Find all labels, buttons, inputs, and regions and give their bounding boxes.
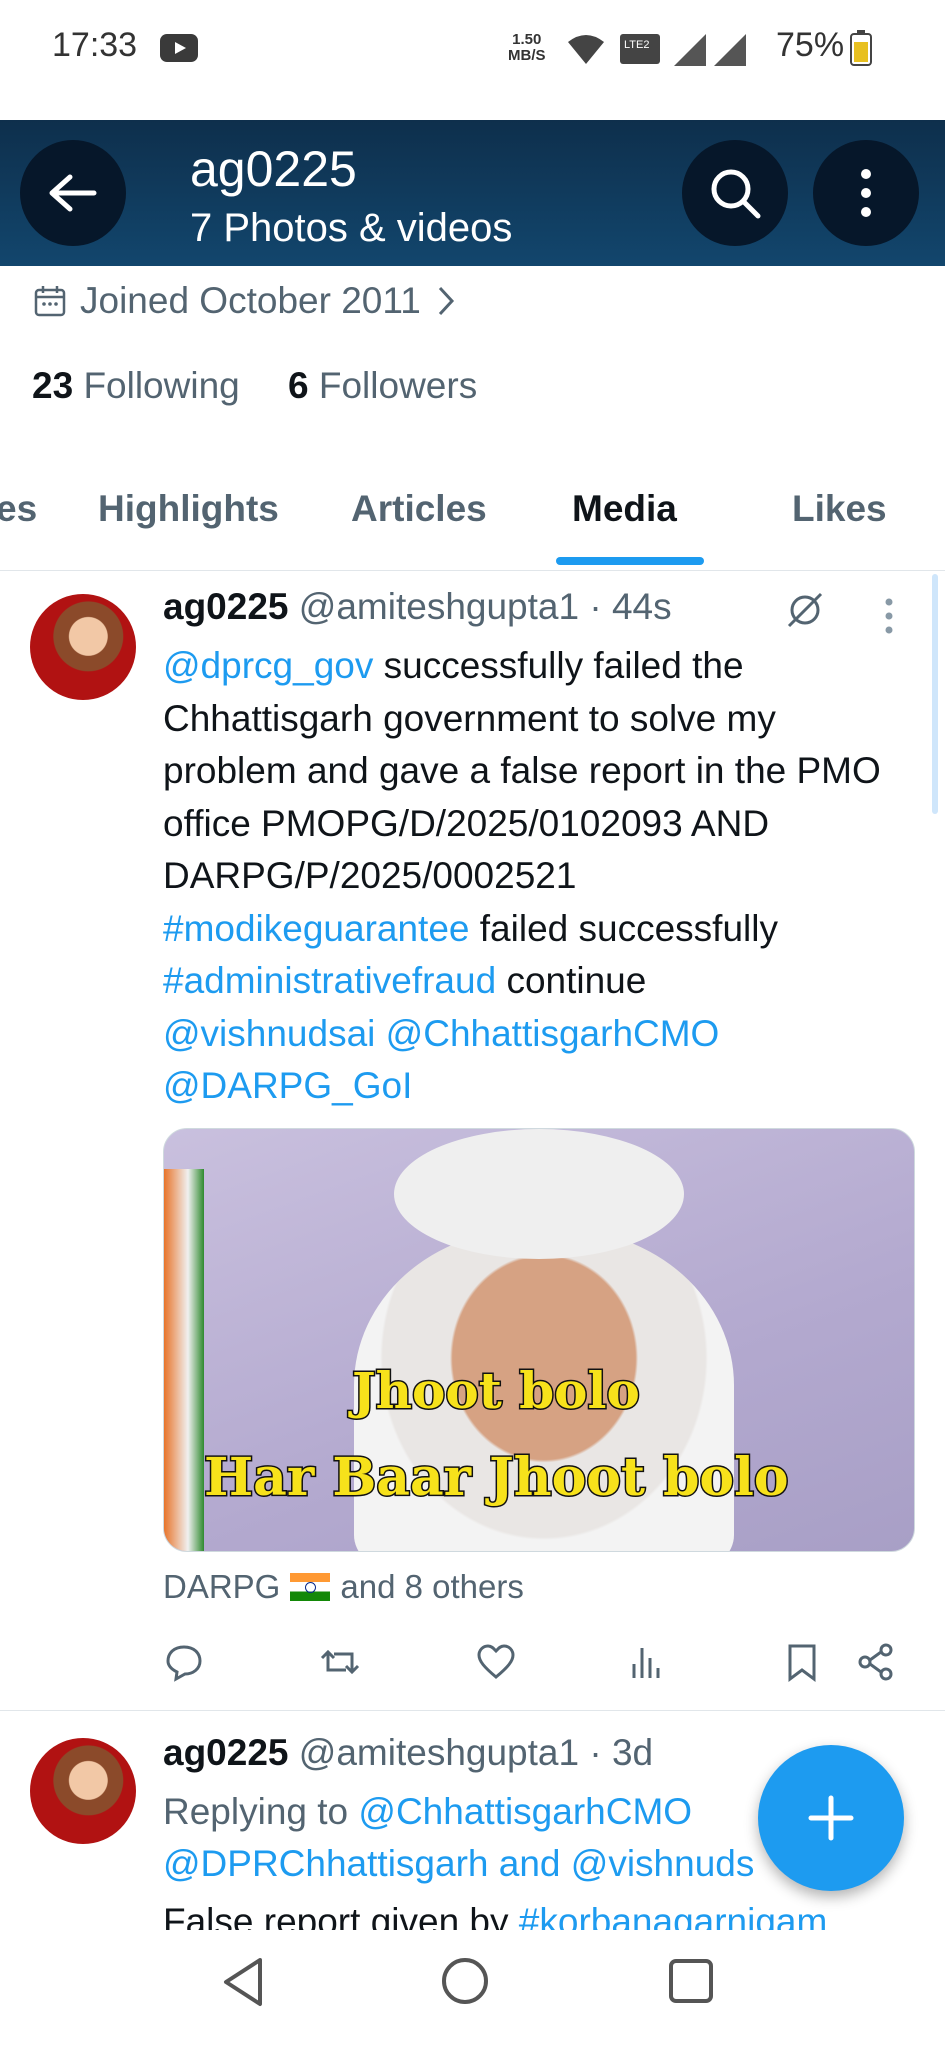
scrollbar[interactable] [932,574,938,814]
search-button[interactable] [682,140,788,246]
like-icon[interactable] [476,1642,516,1682]
avatar[interactable] [30,1738,136,1844]
cell-signal-2-icon [714,34,746,66]
svg-text:LTE2: LTE2 [624,39,649,51]
joined-text: Joined October 2011 [80,280,421,321]
battery-level: 75% [776,26,845,64]
more-vertical-icon [861,169,871,217]
following-count: 23 [32,365,74,406]
cell-signal-1-icon [674,34,706,66]
following-label: Following [83,365,240,406]
tweet-author-name[interactable]: ag0225 [163,1732,289,1773]
avatar[interactable] [30,594,136,700]
replying-prefix: Replying to [163,1791,359,1832]
chevron-right-icon[interactable] [435,284,457,318]
tweet-header: ag0225 @amiteshgupta1 · 3d [163,1732,653,1774]
india-flag-icon [290,1573,331,1601]
grok-icon[interactable] [785,590,825,630]
nav-recents-icon[interactable] [668,1958,714,2004]
header-title: ag0225 [190,141,357,197]
portrait-hair [394,1129,684,1259]
media-caption-bottom: Har Baar Jhoot bolo [203,1446,791,1510]
tagged-user-name: DARPG [163,1568,281,1605]
tweet-header: ag0225 @amiteshgupta1 · 44s [163,586,672,628]
more-options-button[interactable] [813,140,919,246]
tweet-author-name[interactable]: ag0225 [163,586,289,627]
hashtag-link[interactable]: #modikeguarantee [163,908,470,949]
nav-back-icon[interactable] [220,1956,270,2008]
reply-icon[interactable] [164,1642,204,1682]
more-vertical-icon[interactable] [883,598,895,634]
compose-button[interactable] [758,1745,904,1891]
followers-link[interactable]: 6 Followers [288,365,477,406]
tweet-author-handle[interactable]: @amiteshgupta1 [299,1732,579,1773]
hashtag-link[interactable]: #administrativefraud [163,960,496,1001]
tweet-divider [0,1710,945,1711]
search-icon [711,169,761,219]
tagged-others: and 8 others [340,1568,524,1605]
tweet-text-segment: False report given by [163,1901,519,1930]
battery-icon [850,30,872,66]
bookmark-icon[interactable] [782,1642,822,1682]
mention-link[interactable]: @ChhattisgarhCMO [386,1013,720,1054]
tab-media[interactable]: Media [572,488,677,530]
follow-stats: 23 Following 6 Followers [32,365,477,407]
mention-link[interactable]: @DARPG_GoI [163,1065,412,1106]
system-nav-bar [0,1930,945,2048]
arrow-left-icon [49,174,97,212]
tab-likes[interactable]: Likes [792,488,887,530]
followers-label: Followers [318,365,478,406]
tweet-media-image[interactable]: Jhoot bolo Har Baar Jhoot bolo [163,1128,915,1552]
profile-header-bar: ag0225 7 Photos & videos [0,120,945,266]
profile-tabs: es Highlights Articles Media Likes [0,470,945,571]
mention-link[interactable]: @DPRChhattisgarh and @vishnuds [163,1843,754,1884]
youtube-notification-icon [160,34,198,62]
media-caption-top: Jhoot bolo [351,1360,642,1422]
share-icon[interactable] [856,1642,896,1682]
tab-replies[interactable]: es [0,488,37,530]
tweet-time[interactable]: 44s [612,586,672,627]
tweet-text-segment: continue [496,960,647,1001]
status-bar: 17:33 1.50 MB/S LTE2 75% [0,0,945,120]
retweet-icon[interactable] [320,1642,360,1682]
nav-home-icon[interactable] [440,1956,490,2006]
tweet-time[interactable]: 3d [612,1732,653,1773]
joined-date: Joined October 2011 [34,280,457,322]
hashtag-link[interactable]: #korbanagarnigam [519,1901,828,1930]
plus-icon [808,1795,854,1841]
network-speed: 1.50 MB/S [508,32,546,64]
views-icon[interactable] [626,1642,666,1682]
network-speed-unit: MB/S [508,47,546,64]
tweet-dot: · [589,586,602,627]
tab-highlights[interactable]: Highlights [98,488,279,530]
tweet-author-handle[interactable]: @amiteshgupta1 [299,586,579,627]
flag-backdrop [164,1169,204,1551]
tweet-text-segment: failed successfully [469,907,778,949]
header-subtitle: 7 Photos & videos [190,206,513,250]
calendar-icon [34,286,66,317]
mention-link[interactable]: @vishnudsai [163,1013,375,1054]
tweet-text: @dprcg_gov successfully failed the Chhat… [163,640,903,1113]
network-speed-value: 1.50 [512,31,542,48]
tweet-dot: · [589,1732,602,1773]
tagged-users[interactable]: DARPG and 8 others [163,1568,524,1606]
wifi-icon [568,35,604,64]
tab-articles[interactable]: Articles [351,488,487,530]
followers-count: 6 [288,365,309,406]
mention-link[interactable]: @ChhattisgarhCMO [358,1791,692,1832]
status-time: 17:33 [52,26,138,64]
mention-link[interactable]: @dprcg_gov [163,645,373,686]
back-button[interactable] [20,140,126,246]
active-tab-indicator [556,557,704,565]
following-link[interactable]: 23 Following [32,365,240,406]
signal-icons: LTE2 [568,34,746,66]
tweet-text: False report given by #korbanagarnigam [163,1896,903,1930]
